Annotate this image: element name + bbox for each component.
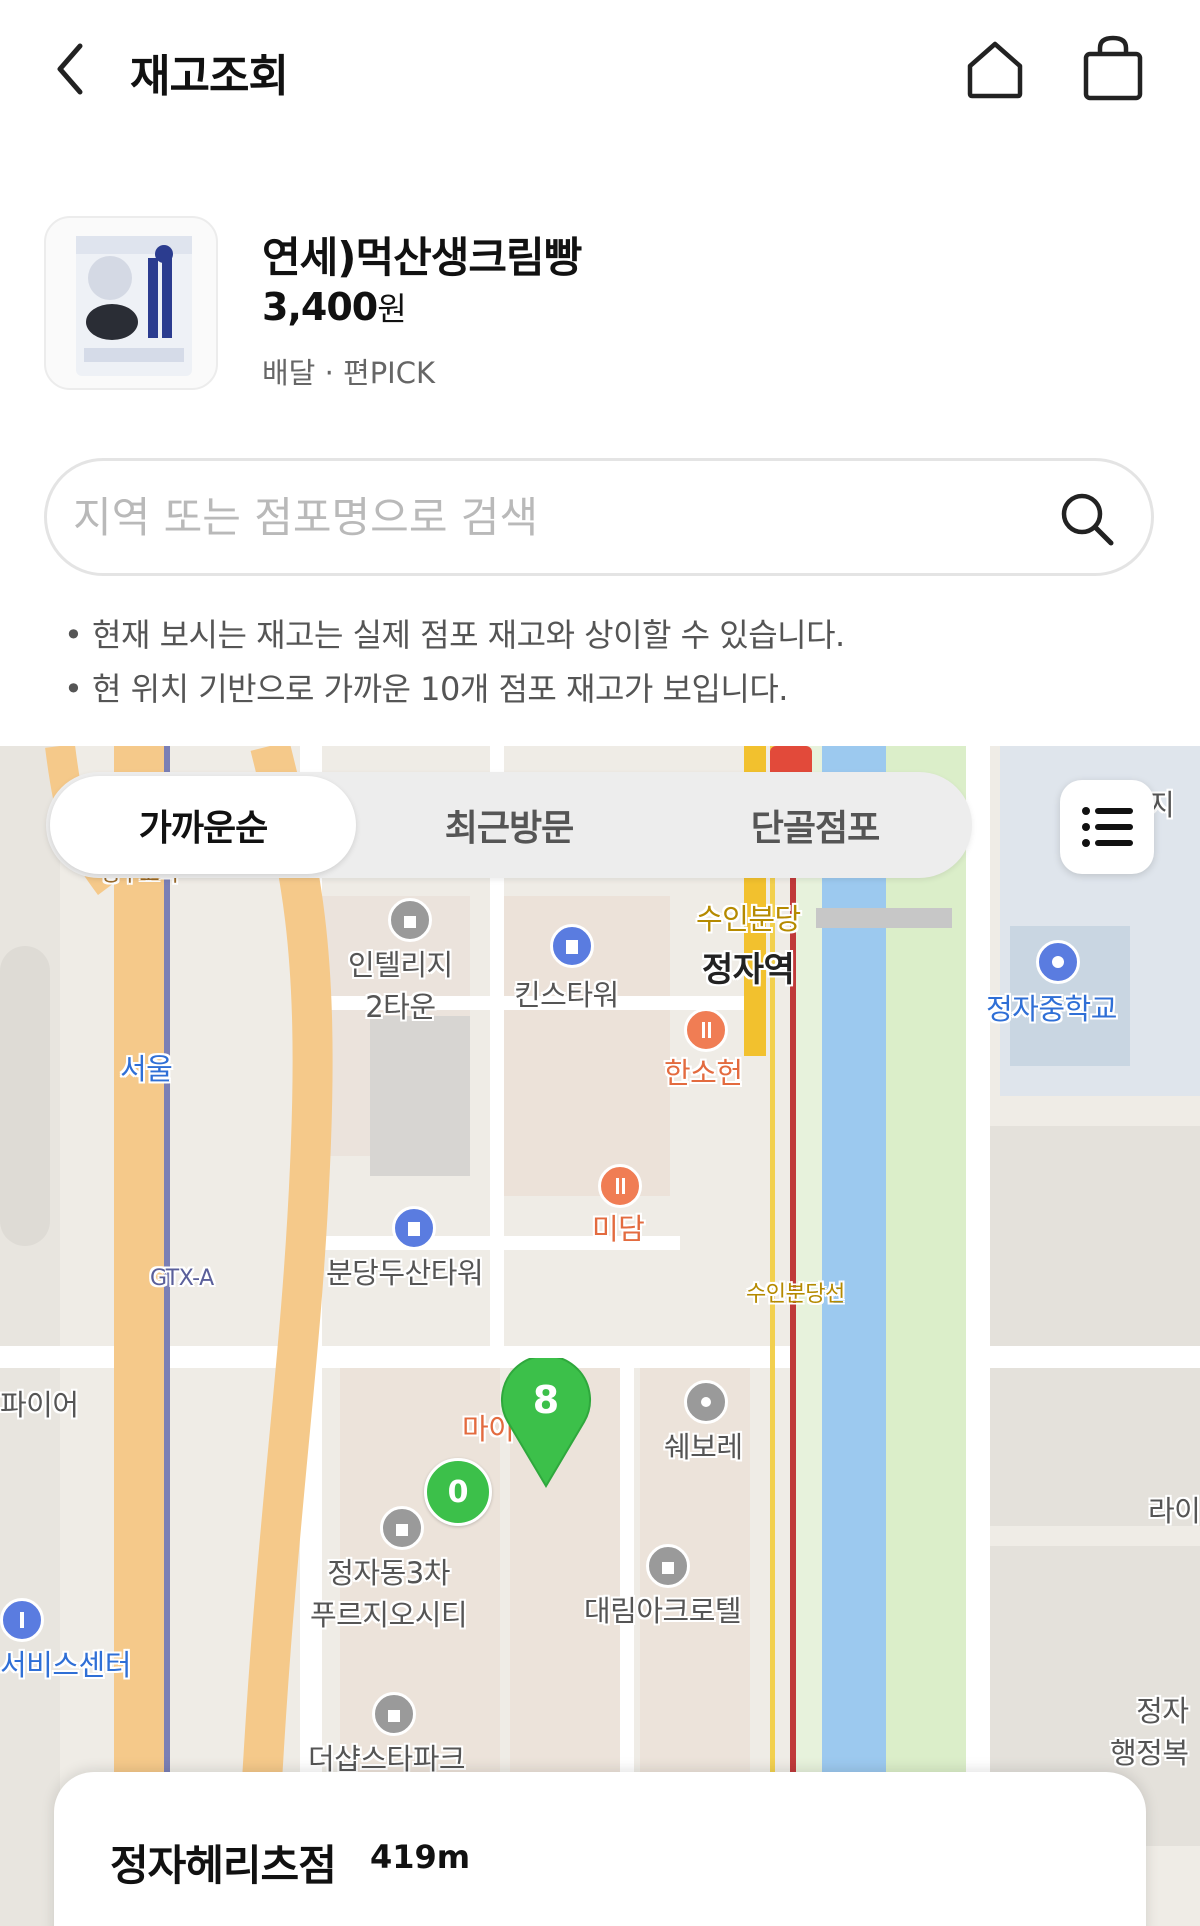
product-info: 연세)먹산생크림빵 3,400원 배달 · 편PICK <box>0 210 1200 400</box>
map-label: 수인분당 <box>696 902 801 936</box>
office-icon[interactable] <box>392 1206 436 1250</box>
office-icon[interactable] <box>550 924 594 968</box>
app-header: 재고조회 <box>0 0 1200 140</box>
product-tags: 배달 · 편PICK <box>262 356 436 390</box>
school-icon[interactable] <box>1036 940 1080 984</box>
store-marker-pin[interactable]: 8 <box>500 1354 592 1490</box>
map-label: 수인분당선 <box>746 1282 845 1307</box>
page-title: 재고조회 <box>130 51 289 102</box>
restaurant-icon[interactable] <box>598 1164 642 1208</box>
map-label: 킨스타워 <box>514 978 619 1012</box>
map-base <box>0 746 1200 1926</box>
map-label: 정자 행정복 <box>1110 1694 1189 1770</box>
map-label: 라이 <box>1148 1494 1200 1528</box>
store-card[interactable]: 정자헤리츠점 419m <box>54 1772 1146 1926</box>
map-label: 정자동3차 푸르지오시티 <box>310 1556 468 1632</box>
notice-item: • 현 위치 기반으로 가까운 10개 점포 재고가 보입니다. <box>64 670 788 708</box>
sort-tabs: 가까운순 최근방문 단골점포 <box>46 772 972 878</box>
list-icon[interactable] <box>1060 780 1154 874</box>
tab-favorite[interactable]: 단골점포 <box>662 776 968 874</box>
map-label: 분당두산타워 <box>326 1256 484 1290</box>
wrench-icon[interactable] <box>0 1598 44 1642</box>
map-label: GTX-A <box>150 1266 214 1291</box>
map-label: 쉐보레 <box>664 1430 743 1464</box>
map-label: 서울 <box>120 1052 173 1086</box>
tab-nearest[interactable]: 가까운순 <box>50 776 356 874</box>
store-distance: 419m <box>370 1838 471 1876</box>
building-icon[interactable] <box>372 1692 416 1736</box>
place-icon[interactable] <box>684 1380 728 1424</box>
price-currency: 원 <box>377 290 406 328</box>
map-label: 미담 <box>592 1212 645 1246</box>
map-label: 대림아크로텔 <box>584 1594 742 1628</box>
map-label: 한소헌 <box>664 1056 743 1090</box>
search-bar <box>44 458 1154 576</box>
store-map[interactable]: 인텔리지 2타운 킨스타워 정자역 수인분당 정자중학교 서울 한소헌 미담 분… <box>0 746 1200 1926</box>
search-input[interactable] <box>73 481 1033 553</box>
product-price: 3,400원 <box>262 284 407 330</box>
product-image <box>44 216 218 390</box>
tab-recent[interactable]: 최근방문 <box>356 776 662 874</box>
search-icon[interactable] <box>1057 489 1117 549</box>
notice-item: • 현재 보시는 재고는 실제 점포 재고와 상이할 수 있습니다. <box>64 616 845 654</box>
map-label: 서비스센터 <box>0 1648 131 1682</box>
map-label: 정자중학교 <box>986 992 1117 1026</box>
map-label: 인텔리지 2타운 <box>348 948 453 1024</box>
store-name: 정자헤리츠점 <box>110 1841 337 1890</box>
home-icon[interactable] <box>962 36 1028 102</box>
building-icon[interactable] <box>380 1506 424 1550</box>
notice-list: • 현재 보시는 재고는 실제 점포 재고와 상이할 수 있습니다. • 현 위… <box>64 608 845 716</box>
building-icon[interactable] <box>646 1544 690 1588</box>
store-marker-dot[interactable]: 0 <box>424 1458 492 1526</box>
shopping-bag-icon[interactable] <box>1080 34 1146 104</box>
chevron-left-icon[interactable] <box>48 38 98 100</box>
marker-count: 8 <box>532 1378 560 1422</box>
building-icon[interactable] <box>388 898 432 942</box>
price-value: 3,400 <box>262 285 378 329</box>
map-label: 파이어 <box>0 1388 79 1422</box>
product-name: 연세)먹산생크림빵 <box>262 233 582 282</box>
restaurant-icon[interactable] <box>684 1008 728 1052</box>
map-label: 정자역 <box>702 950 795 990</box>
